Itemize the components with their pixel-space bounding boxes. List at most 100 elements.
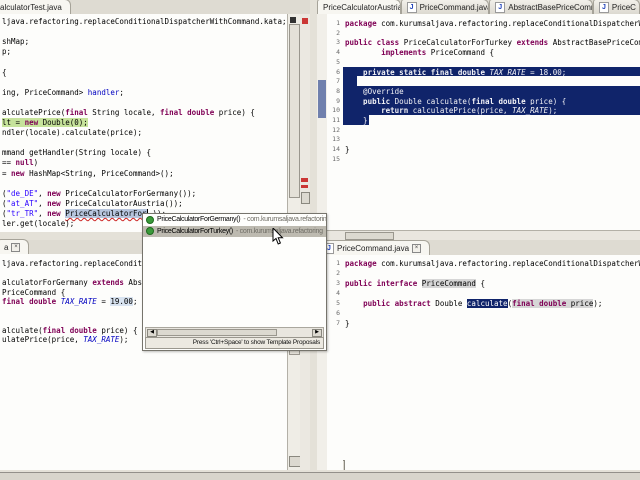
code-line: return calculatePrice(price, TAX_RATE); — [345, 105, 640, 115]
tab-germany-java[interactable]: a × — [0, 239, 29, 254]
code-line: ing, PriceCommand> handler; — [2, 87, 287, 97]
tab-calculator-test[interactable]: alculatorTest.java — [0, 0, 71, 14]
code-line — [345, 76, 640, 77]
code-line — [2, 97, 287, 98]
code-line: @Override — [345, 86, 640, 96]
line-number: 11 — [332, 116, 340, 124]
tab-pricecommand-java-bottom[interactable]: J PriceCommand.java × — [318, 240, 430, 255]
line-number: 7 — [336, 319, 340, 327]
code-line: public abstract Double calculate(final d… — [345, 298, 640, 308]
code-line: p; — [2, 46, 287, 56]
line-number: 9 — [336, 97, 340, 105]
code-line: shMap; — [2, 36, 287, 46]
code-line: package com.kurumsaljava.refactoring.rep… — [345, 18, 640, 28]
status-bar — [0, 472, 640, 480]
code-line: public interface PriceCommand { — [345, 278, 640, 288]
line-number: 6 — [336, 309, 340, 317]
code-line: mmand getHandler(String locale) { — [2, 147, 287, 157]
top-right-editor[interactable]: package com.kurumsaljava.refactoring.rep… — [343, 14, 640, 230]
line-number: 2 — [336, 269, 340, 277]
completion-item[interactable]: PriceCalculatorForGermany() - com.kurums… — [143, 214, 326, 226]
completion-item[interactable]: PriceCalculatorForTurkey() - com.kurumsa… — [143, 226, 326, 238]
mouse-cursor-icon — [272, 228, 284, 245]
top-left-editor[interactable]: ljava.refactoring.replaceConditionalDisp… — [0, 14, 287, 232]
class-proposal-icon — [146, 216, 154, 224]
scroll-left-arrow-icon[interactable]: ◀ — [147, 329, 157, 337]
top-right-line-numbers: 123456789101112131415 — [327, 14, 343, 230]
top-left-tabbar: alculatorTest.java — [0, 0, 310, 15]
selection-highlight — [343, 76, 357, 86]
code-line: == null) — [2, 157, 287, 167]
completion-item-qualifier: - com.kurumsaljava.refactorin — [243, 216, 326, 223]
code-line — [345, 134, 640, 135]
tab-pricecommand-java[interactable]: J PriceCommand.java — [401, 0, 490, 14]
tab-label: PriceCommand.java — [337, 244, 409, 253]
top-right-hscrollbar-thumb[interactable] — [345, 232, 394, 240]
error-marker-icon[interactable] — [301, 185, 308, 188]
code-line — [2, 56, 287, 57]
line-number: 13 — [332, 135, 340, 143]
popup-footer-hint: Press 'Ctrl+Space' to show Template Prop… — [145, 337, 324, 349]
code-line: ljava.refactoring.replaceConditionalDisp… — [2, 16, 287, 26]
tab-label: PriceCalculatorAustria — [323, 3, 401, 12]
scroll-right-arrow-icon[interactable]: ▶ — [312, 329, 322, 337]
code-line: private static final double TAX_RATE = 1… — [345, 67, 640, 77]
code-line: ("at_AT", new PriceCalculatorAustria()); — [2, 198, 287, 208]
code-line: alculatePrice(final String locale, final… — [2, 107, 287, 117]
tab-label: alculatorTest.java — [0, 3, 62, 12]
java-file-icon: J — [495, 2, 505, 13]
bottom-right-line-numbers: 1234567 — [327, 255, 343, 470]
line-number: 5 — [336, 299, 340, 307]
line-number: 5 — [336, 58, 340, 66]
top-right-hscrollbar[interactable] — [317, 230, 640, 240]
code-line: package com.kurumsaljava.refactoring.rep… — [345, 258, 640, 268]
bottom-right-editor[interactable]: package com.kurumsaljava.refactoring.rep… — [343, 255, 640, 470]
close-icon[interactable]: × — [412, 244, 421, 253]
code-line: = new HashMap<String, PriceCommand>(); — [2, 168, 287, 178]
code-line: ndler(locale).calculate(price); — [2, 127, 287, 137]
line-number: 15 — [332, 155, 340, 163]
class-proposal-icon — [146, 227, 154, 235]
code-line — [345, 28, 640, 29]
tab-abstractbasepricecomm[interactable]: J AbstractBasePriceComm — [489, 0, 593, 14]
line-number: 10 — [332, 106, 340, 114]
tab-pricecalculator-turkey[interactable]: J PriceC — [593, 0, 640, 14]
code-line: } — [345, 144, 640, 154]
line-number: 8 — [336, 87, 340, 95]
code-line — [2, 137, 287, 138]
tab-label: PriceC — [612, 3, 636, 12]
code-line: lt = new Double(0); — [2, 117, 287, 127]
scroll-corner-grip[interactable] — [343, 460, 345, 470]
code-line: public Double calculate(final double pri… — [345, 96, 640, 106]
tab-label: a — [4, 243, 8, 252]
top-left-vscrollbar-thumb[interactable] — [289, 24, 300, 198]
tab-pricecalculator-austria[interactable]: PriceCalculatorAustria — [317, 0, 401, 14]
completion-item-label: PriceCalculatorForGermany() — [157, 216, 240, 223]
line-number: 2 — [336, 29, 340, 37]
code-line — [2, 26, 287, 27]
line-number: 1 — [336, 259, 340, 267]
ruler-block — [301, 192, 310, 204]
top-left-overview-ruler[interactable] — [300, 14, 310, 232]
line-number: 12 — [332, 126, 340, 134]
code-line — [2, 77, 287, 78]
line-number: 3 — [336, 279, 340, 287]
line-number: 14 — [332, 145, 340, 153]
popup-hscrollbar-thumb[interactable] — [157, 329, 277, 336]
code-line: } — [345, 318, 640, 328]
bottom-right-tabbar: J PriceCommand.java × — [317, 240, 640, 256]
code-line — [345, 125, 640, 126]
code-line: implements PriceCommand { — [345, 47, 640, 57]
line-number: 3 — [336, 38, 340, 46]
error-marker-icon[interactable] — [302, 18, 308, 24]
line-number: 4 — [336, 48, 340, 56]
completion-item-list: PriceCalculatorForGermany() - com.kurums… — [143, 214, 326, 237]
close-icon[interactable]: × — [11, 243, 20, 252]
code-line: public class PriceCalculatorForTurkey ex… — [345, 37, 640, 47]
code-line: } — [345, 115, 640, 125]
line-number: 7 — [336, 77, 340, 85]
error-marker-icon[interactable] — [301, 178, 308, 182]
code-line — [345, 57, 640, 58]
code-line — [345, 154, 640, 155]
tab-label: PriceCommand.java — [420, 3, 490, 12]
